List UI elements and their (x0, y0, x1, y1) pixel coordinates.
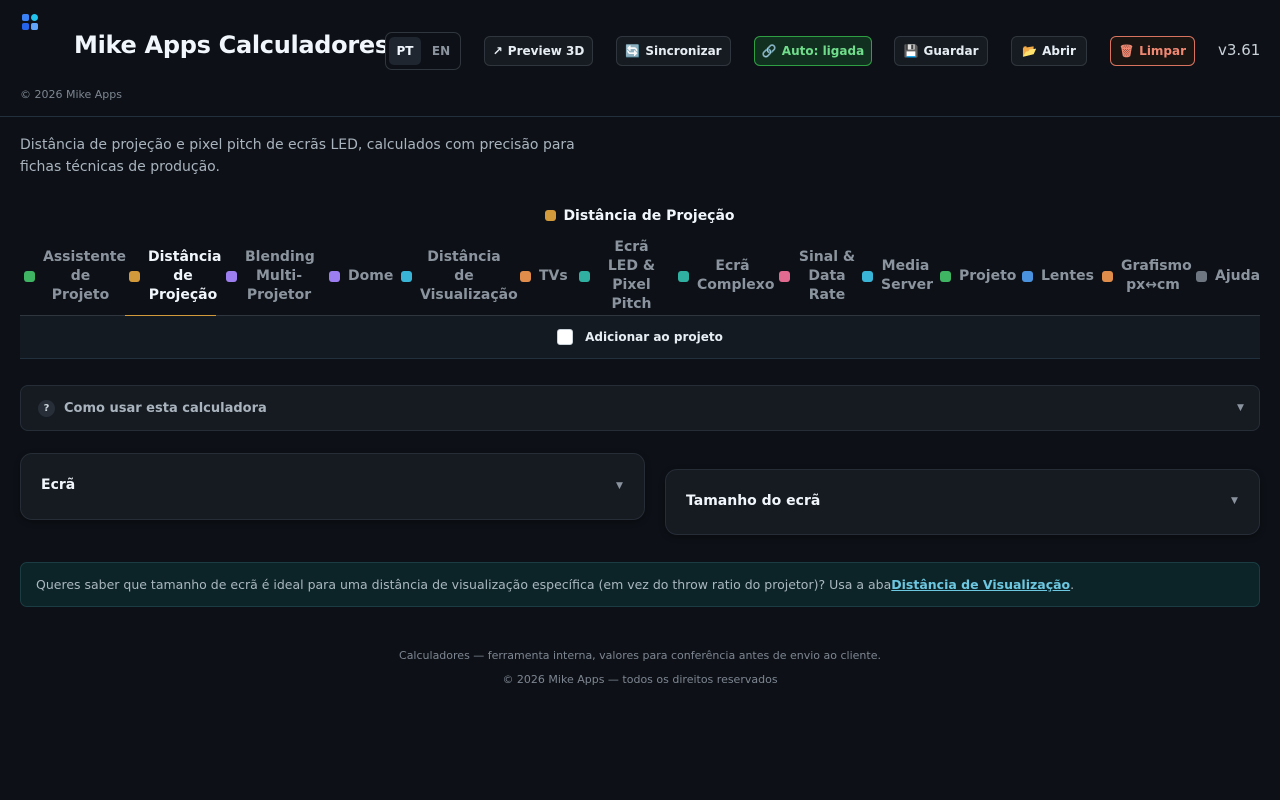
save-button[interactable]: 💾 Guardar (894, 36, 988, 66)
tab-grafismo-px-cm[interactable]: Grafismo px↔cm (1102, 236, 1192, 316)
add-to-project-checkbox[interactable] (557, 329, 574, 345)
app-logo-icon (22, 14, 40, 32)
open-button[interactable]: 📂 Abrir (1011, 36, 1087, 66)
header-copyright: © 2026 Mike Apps (20, 88, 122, 101)
tab-lentes[interactable]: Lentes (1022, 236, 1094, 316)
chevron-down-icon: ▼ (1231, 496, 1238, 506)
tab-distancia-de-projecao[interactable]: Distância de Projeção (125, 236, 221, 317)
page-description: Distância de projeção e pixel pitch de e… (20, 137, 575, 175)
tab-color-dot (129, 270, 140, 282)
language-switcher: PT EN (385, 32, 461, 70)
lang-pt-button[interactable]: PT (389, 37, 421, 65)
clear-button[interactable]: 🗑 Limpar (1110, 36, 1195, 66)
tab-projeto[interactable]: Projeto (940, 236, 1016, 316)
screen-size-panel-title: Tamanho do ecrã (686, 493, 821, 509)
tab-color-dot (24, 270, 35, 282)
tab-sinal-data-rate[interactable]: Sinal & Data Rate (779, 236, 857, 316)
tab-ecra-complexo[interactable]: Ecrã Complexo (678, 236, 774, 316)
chevron-down-icon: ▼ (616, 481, 623, 491)
lang-en-button[interactable]: EN (425, 37, 457, 65)
calculator-tabs: Assistente de Projeto Distância de Proje… (20, 236, 1260, 317)
add-to-project-label[interactable]: Adicionar ao projeto (585, 330, 723, 344)
info-banner: Queres saber que tamanho de ecrã é ideal… (20, 562, 1260, 607)
add-to-project-bar: Adicionar ao projeto (20, 316, 1260, 359)
footer-note: Calculadores — ferramenta interna, valor… (399, 649, 881, 662)
tab-media-server[interactable]: Media Server (862, 236, 933, 316)
tab-color-dot (520, 270, 531, 282)
screen-panel[interactable]: Ecrã ▼ (20, 453, 645, 520)
sync-icon: 🔄 (625, 44, 641, 58)
app-title: Mike Apps Calculadores (74, 31, 389, 59)
tab-blending-multi-projetor[interactable]: Blending Multi-Projetor (226, 236, 315, 316)
calculator-color-dot (545, 210, 557, 221)
tab-color-dot (862, 270, 873, 282)
active-calculator-title: Distância de Projeção (0, 208, 1280, 224)
app-header: Mike Apps Calculadores © 2026 Mike Apps … (0, 0, 1280, 117)
app-version: v3.61 (1218, 41, 1261, 59)
tab-color-dot (579, 270, 590, 282)
tab-color-dot (1102, 270, 1113, 282)
viewing-distance-link[interactable]: Distância de Visualização (891, 577, 1070, 592)
tab-ajuda[interactable]: Ajuda (1196, 236, 1260, 316)
tab-distancia-de-visualizacao[interactable]: Distância de Visualização (401, 236, 518, 316)
folder-open-icon: 📂 (1022, 44, 1038, 58)
tab-color-dot (1196, 270, 1207, 282)
screen-panel-title: Ecrã (41, 477, 76, 493)
question-icon: ? (38, 400, 55, 417)
how-to-use-label: Como usar esta calculadora (64, 401, 267, 416)
tab-color-dot (678, 270, 689, 282)
tab-tvs[interactable]: TVs (520, 236, 568, 316)
sync-button[interactable]: 🔄 Sincronizar (616, 36, 731, 66)
chevron-down-icon: ▼ (1237, 403, 1244, 413)
tab-color-dot (329, 270, 340, 282)
trash-icon: 🗑 (1118, 44, 1135, 58)
screen-size-panel[interactable]: Tamanho do ecrã ▼ (665, 469, 1260, 535)
arrow-up-right-icon: ↗ (492, 44, 503, 58)
tab-dome[interactable]: Dome (329, 236, 393, 316)
tab-color-dot (1022, 270, 1033, 282)
tab-color-dot (779, 270, 790, 282)
how-to-use-accordion[interactable]: ? Como usar esta calculadora ▼ (20, 385, 1260, 431)
tab-color-dot (401, 270, 412, 282)
tab-assistente-de-projeto[interactable]: Assistente de Projeto (24, 236, 126, 316)
preview-3d-button[interactable]: ↗ Preview 3D (484, 36, 593, 66)
tab-ecra-led-pixel-pitch[interactable]: Ecrã LED & Pixel Pitch (579, 236, 665, 316)
tab-color-dot (940, 270, 951, 282)
link-icon: 🔗 (761, 44, 777, 58)
floppy-disk-icon: 💾 (903, 44, 919, 58)
footer-copyright: © 2026 Mike Apps — todos os direitos res… (502, 673, 778, 686)
auto-sync-toggle[interactable]: 🔗 Auto: ligada (754, 36, 872, 66)
tab-color-dot (226, 270, 237, 282)
